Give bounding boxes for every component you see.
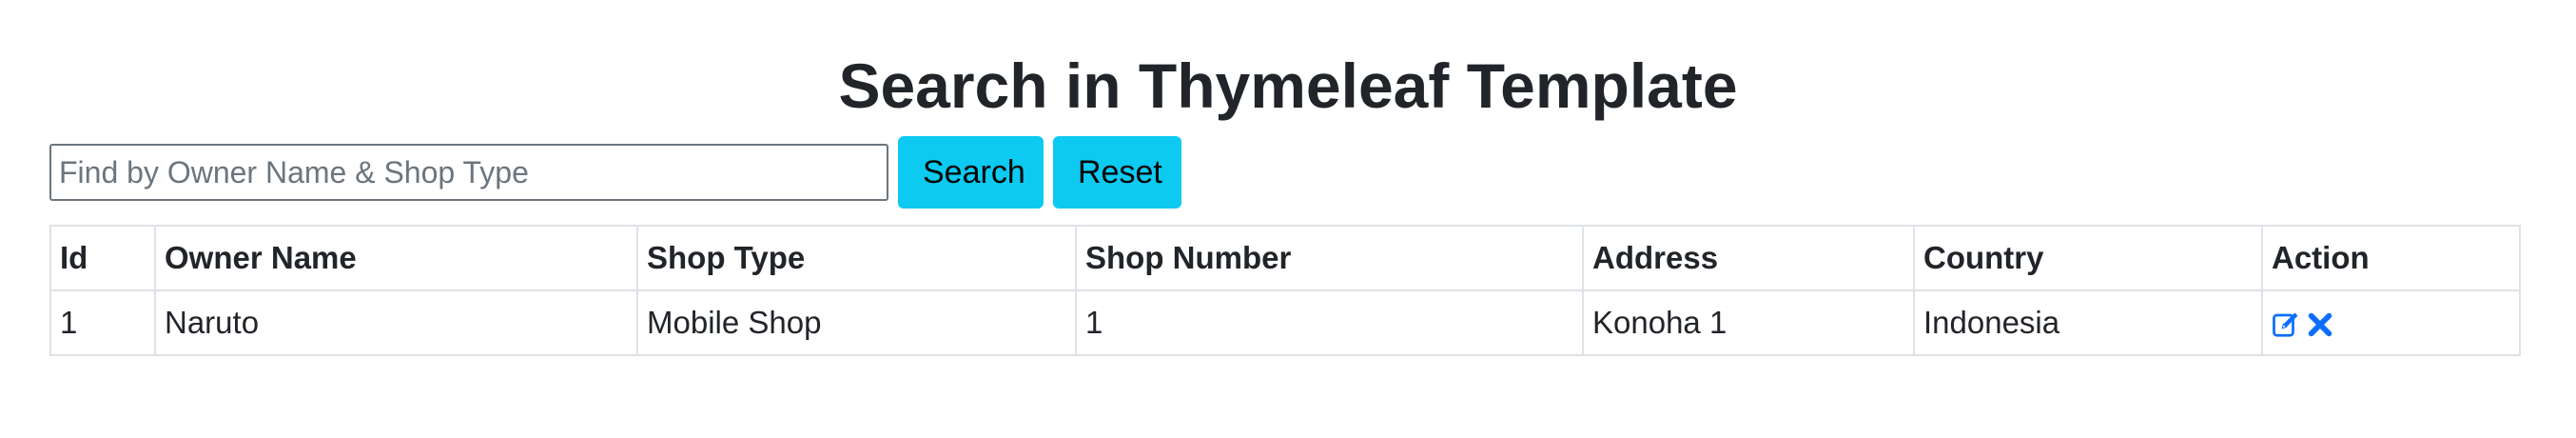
search-form: Search Reset: [49, 136, 1181, 209]
table-body: 1 Naruto Mobile Shop 1 Konoha 1 Indonesi…: [49, 289, 2521, 356]
cell-shop-type: Mobile Shop: [636, 289, 1077, 356]
action-icons: [2272, 310, 2334, 339]
search-input[interactable]: [49, 144, 888, 201]
cell-action: [2261, 289, 2521, 356]
cell-country: Indonesia: [1913, 289, 2263, 356]
header-country: Country: [1913, 225, 2263, 291]
header-address: Address: [1582, 225, 1915, 291]
header-owner-name: Owner Name: [154, 225, 638, 291]
cell-shop-number: 1: [1075, 289, 1584, 356]
page-title: Search in Thymeleaf Template: [838, 50, 1738, 121]
shops-table: Id Owner Name Shop Type Shop Number Addr…: [49, 225, 2521, 356]
table-row: 1 Naruto Mobile Shop 1 Konoha 1 Indonesi…: [49, 289, 2521, 356]
cell-id: 1: [49, 289, 156, 356]
search-button[interactable]: Search: [898, 136, 1044, 209]
table-header-row: Id Owner Name Shop Type Shop Number Addr…: [49, 225, 2521, 291]
shops-table-container: Id Owner Name Shop Type Shop Number Addr…: [49, 225, 2521, 356]
cell-owner-name: Naruto: [154, 289, 638, 356]
delete-icon[interactable]: [2306, 310, 2334, 339]
cell-address: Konoha 1: [1582, 289, 1915, 356]
header-shop-type: Shop Type: [636, 225, 1077, 291]
edit-icon[interactable]: [2272, 310, 2300, 339]
page: Search in Thymeleaf Template Search Rese…: [0, 0, 2576, 438]
reset-button[interactable]: Reset: [1053, 136, 1181, 209]
header-id: Id: [49, 225, 156, 291]
table-header: Id Owner Name Shop Type Shop Number Addr…: [49, 225, 2521, 291]
header-shop-number: Shop Number: [1075, 225, 1584, 291]
header-action: Action: [2261, 225, 2521, 291]
